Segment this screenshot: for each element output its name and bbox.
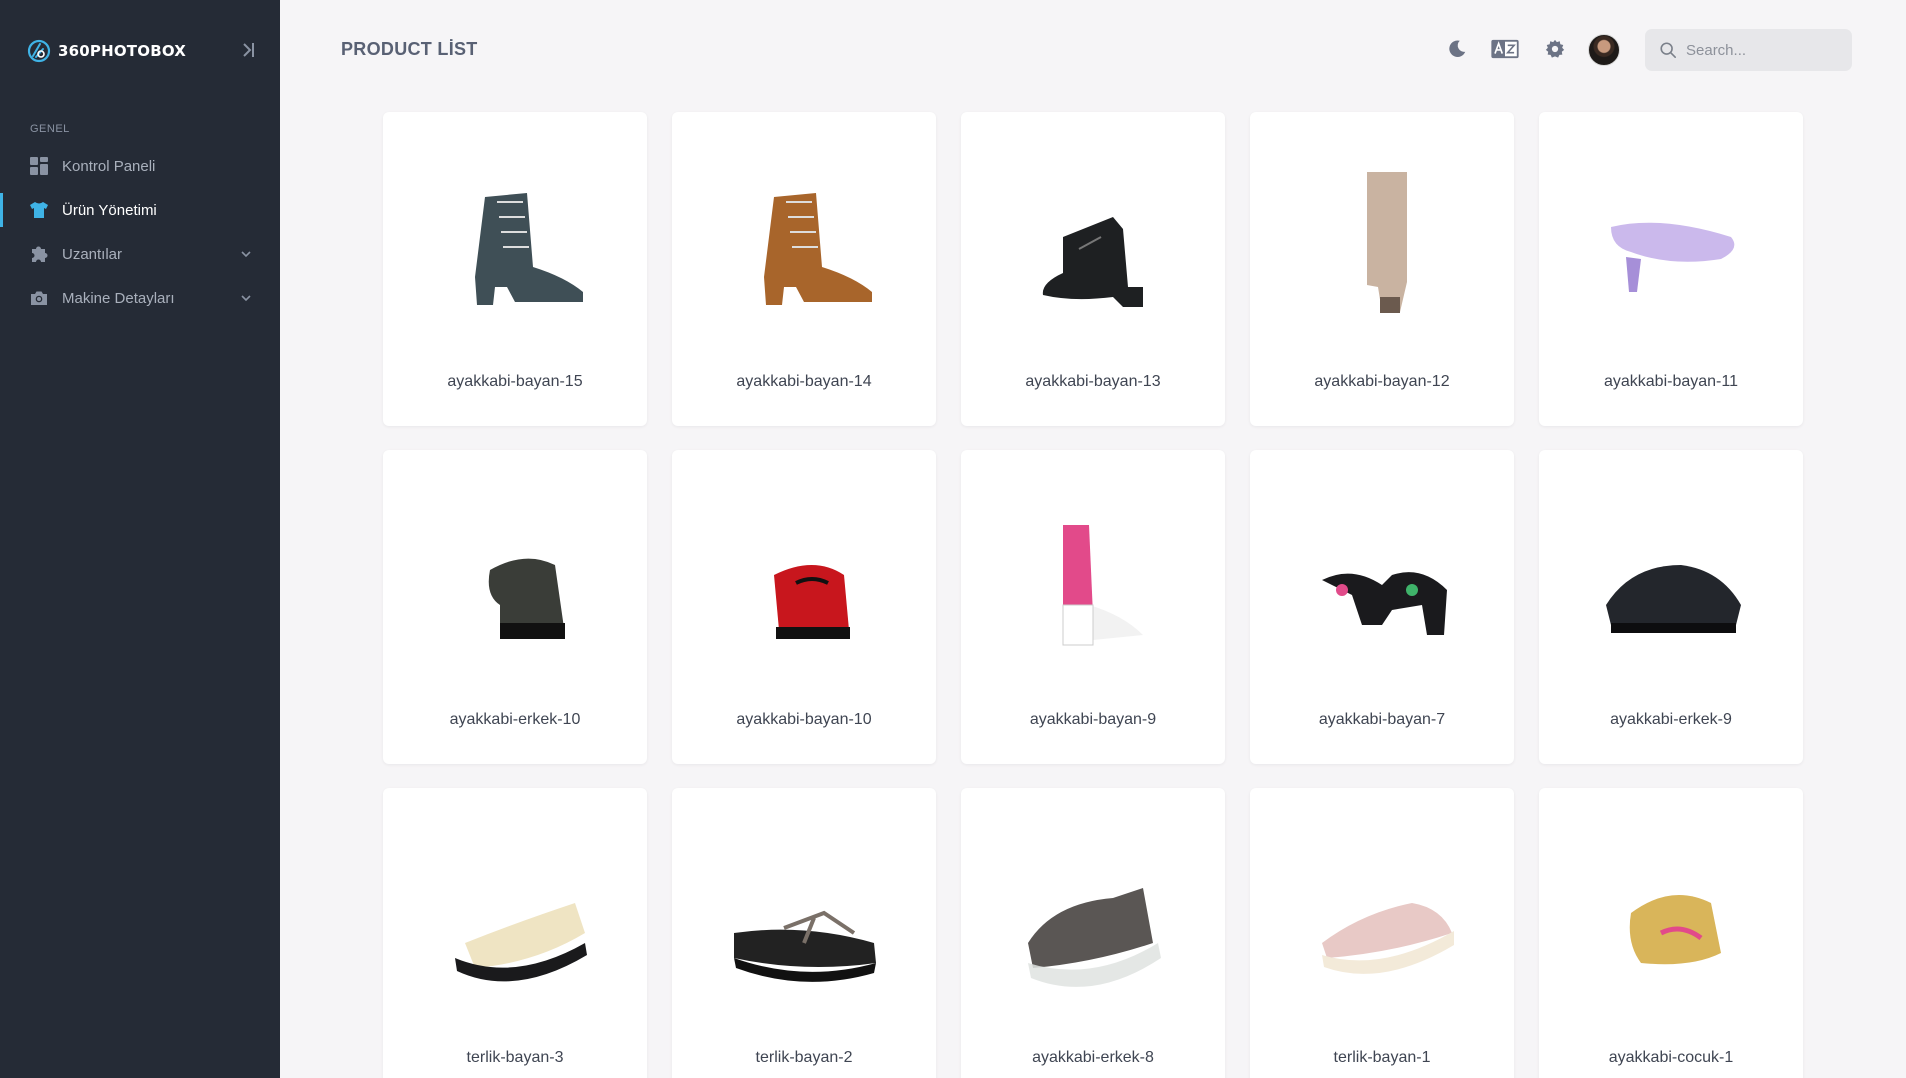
shoe-photo	[1606, 565, 1741, 633]
product-image[interactable]	[1260, 122, 1504, 362]
sidebar-item-label: Makine Detayları	[62, 289, 175, 307]
sidebar-item-label: Uzantılar	[62, 245, 123, 263]
puzzle-icon	[29, 244, 49, 264]
shoe-photo	[774, 565, 850, 639]
sidebar-section-label: GENEL	[30, 123, 70, 135]
dashboard-icon	[29, 156, 49, 176]
product-card[interactable]: terlik-bayan-3	[383, 788, 647, 1078]
product-image[interactable]	[682, 460, 926, 700]
shoe-photo	[488, 558, 565, 639]
shoe-photo	[1367, 172, 1407, 313]
search-icon	[1660, 42, 1677, 59]
product-image[interactable]	[1549, 798, 1793, 1038]
product-name[interactable]: ayakkabi-bayan-15	[383, 362, 647, 402]
product-name[interactable]: ayakkabi-bayan-11	[1539, 362, 1803, 402]
product-image[interactable]	[1549, 122, 1793, 362]
shoe-photo	[1611, 222, 1735, 292]
shoe-photo	[1629, 895, 1721, 965]
product-name[interactable]: ayakkabi-erkek-10	[383, 700, 647, 740]
shoe-photo	[1062, 525, 1143, 646]
gear-icon[interactable]	[1542, 36, 1568, 62]
product-image[interactable]	[393, 460, 637, 700]
product-name[interactable]: ayakkabi-erkek-8	[961, 1038, 1225, 1078]
product-name[interactable]: ayakkabi-bayan-7	[1250, 700, 1514, 740]
sidebar-item-kontrol-paneli[interactable]: Kontrol Paneli	[0, 144, 280, 188]
sidebar-item-label: Ürün Yönetimi	[62, 201, 157, 219]
shoe-photo	[455, 903, 587, 982]
translate-icon[interactable]	[1489, 36, 1521, 62]
top-header: PRODUCT LİST	[280, 0, 1906, 100]
sidebar-item-uzantilar[interactable]: Uzantılar	[0, 232, 280, 276]
search-box[interactable]	[1645, 29, 1852, 71]
product-card[interactable]: ayakkabi-bayan-7	[1250, 450, 1514, 764]
product-card[interactable]: ayakkabi-bayan-12	[1250, 112, 1514, 426]
product-image[interactable]	[1260, 460, 1504, 700]
shoe-photo	[1322, 903, 1454, 974]
product-image[interactable]	[393, 122, 637, 362]
sidebar-item-makine-detaylari[interactable]: Makine Detayları	[0, 276, 280, 320]
camera-icon	[29, 288, 49, 308]
chevron-down-icon	[241, 295, 251, 302]
product-card[interactable]: ayakkabi-erkek-9	[1539, 450, 1803, 764]
shoe-photo	[1322, 572, 1447, 635]
product-name[interactable]: ayakkabi-bayan-14	[672, 362, 936, 402]
brand-logo-icon	[27, 39, 51, 63]
sidebar: 360PHOTOBOX GENEL Kontrol Paneli Ürün Yö…	[0, 0, 280, 1078]
product-image[interactable]	[971, 460, 1215, 700]
product-name[interactable]: ayakkabi-bayan-12	[1250, 362, 1514, 402]
product-card[interactable]: terlik-bayan-2	[672, 788, 936, 1078]
product-image[interactable]	[1260, 798, 1504, 1038]
product-card[interactable]: ayakkabi-erkek-10	[383, 450, 647, 764]
product-name[interactable]: ayakkabi-bayan-9	[961, 700, 1225, 740]
sidebar-item-urun-yonetimi[interactable]: Ürün Yönetimi	[0, 188, 280, 232]
shoe-photo	[764, 193, 872, 305]
product-card[interactable]: ayakkabi-bayan-15	[383, 112, 647, 426]
product-name[interactable]: ayakkabi-cocuk-1	[1539, 1038, 1803, 1078]
product-card[interactable]: ayakkabi-cocuk-1	[1539, 788, 1803, 1078]
product-card[interactable]: ayakkabi-bayan-14	[672, 112, 936, 426]
product-card[interactable]: ayakkabi-bayan-10	[672, 450, 936, 764]
collapse-sidebar-icon[interactable]	[242, 40, 256, 60]
sidebar-item-label: Kontrol Paneli	[62, 157, 156, 175]
product-name[interactable]: ayakkabi-bayan-10	[672, 700, 936, 740]
product-name[interactable]: terlik-bayan-1	[1250, 1038, 1514, 1078]
product-image[interactable]	[682, 122, 926, 362]
product-card[interactable]: ayakkabi-bayan-11	[1539, 112, 1803, 426]
shoe-photo	[734, 910, 876, 982]
brand[interactable]: 360PHOTOBOX	[0, 0, 280, 102]
shoe-photo	[475, 193, 583, 305]
search-input[interactable]	[1686, 41, 1846, 59]
product-name[interactable]: terlik-bayan-3	[383, 1038, 647, 1078]
product-name[interactable]: terlik-bayan-2	[672, 1038, 936, 1078]
shirt-icon	[29, 200, 49, 220]
product-card[interactable]: ayakkabi-bayan-13	[961, 112, 1225, 426]
product-image[interactable]	[1549, 460, 1793, 700]
user-avatar[interactable]	[1588, 34, 1620, 66]
product-image[interactable]	[393, 798, 637, 1038]
product-card[interactable]: ayakkabi-bayan-9	[961, 450, 1225, 764]
chevron-down-icon	[241, 251, 251, 258]
product-name[interactable]: ayakkabi-bayan-13	[961, 362, 1225, 402]
product-image[interactable]	[682, 798, 926, 1038]
product-card[interactable]: ayakkabi-erkek-8	[961, 788, 1225, 1078]
sidebar-nav: Kontrol Paneli Ürün Yönetimi Uzantılar M…	[0, 144, 280, 320]
brand-name: 360PHOTOBOX	[58, 42, 187, 60]
moon-icon[interactable]	[1444, 36, 1470, 62]
product-card[interactable]: terlik-bayan-1	[1250, 788, 1514, 1078]
page-title: PRODUCT LİST	[341, 39, 478, 59]
shoe-photo	[1042, 217, 1143, 307]
shoe-photo	[1028, 888, 1161, 987]
product-name[interactable]: ayakkabi-erkek-9	[1539, 700, 1803, 740]
product-image[interactable]	[971, 122, 1215, 362]
product-image[interactable]	[971, 798, 1215, 1038]
